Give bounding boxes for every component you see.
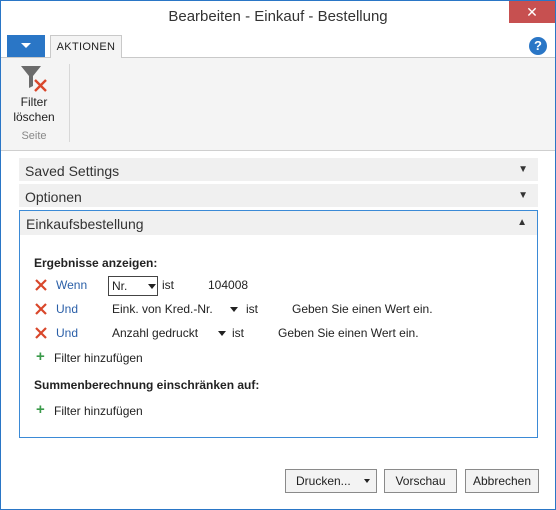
clear-filter-label-line1: Filter bbox=[20, 95, 48, 109]
filter-operator: ist bbox=[232, 326, 244, 340]
add-filter-button[interactable]: + Filter hinzufügen bbox=[34, 349, 174, 367]
filter-connector[interactable]: Wenn bbox=[56, 278, 87, 292]
cancel-button[interactable]: Abbrechen bbox=[465, 469, 539, 493]
help-icon[interactable]: ? bbox=[529, 37, 547, 55]
remove-filter-icon[interactable] bbox=[34, 302, 48, 316]
filter-field-value: Eink. von Kred.-Nr. bbox=[112, 302, 213, 316]
filter-panel: Ergebnisse anzeigen: Wenn Nr. ist 104008 bbox=[19, 235, 538, 438]
chevron-down-icon bbox=[21, 43, 31, 48]
filter-field-value: Nr. bbox=[112, 279, 128, 293]
filter-value-input[interactable]: Geben Sie einen Wert ein. bbox=[278, 326, 419, 340]
filter-row: Und Anzahl gedruckt ist Geben Sie einen … bbox=[34, 324, 524, 344]
filter-row: Und Eink. von Kred.-Nr. ist Geben Sie ei… bbox=[34, 300, 524, 320]
fasttab-title: Optionen bbox=[25, 189, 82, 205]
print-button[interactable]: Drucken... bbox=[285, 469, 377, 493]
request-page-content: Saved Settings ▼ Optionen ▼ Einkaufsbest… bbox=[1, 151, 555, 509]
fasttab-title: Saved Settings bbox=[25, 163, 120, 179]
ribbon-group-label: Seite bbox=[21, 130, 47, 142]
preview-button[interactable]: Vorschau bbox=[384, 469, 457, 493]
add-totals-filter-button[interactable]: + Filter hinzufügen bbox=[34, 402, 174, 420]
fasttab-saved-settings[interactable]: Saved Settings ▼ bbox=[19, 158, 538, 182]
filter-row: Wenn Nr. ist 104008 bbox=[34, 276, 524, 296]
chevron-down-icon bbox=[364, 479, 370, 483]
filter-field-select[interactable]: Eink. von Kred.-Nr. bbox=[112, 300, 240, 320]
filter-field-value: Anzahl gedruckt bbox=[112, 326, 199, 340]
clear-filter-button[interactable]: Filter löschen bbox=[13, 62, 55, 124]
remove-filter-icon[interactable] bbox=[34, 278, 48, 292]
plus-icon: + bbox=[36, 401, 45, 418]
filter-connector[interactable]: Und bbox=[56, 302, 78, 316]
add-filter-label: Filter hinzufügen bbox=[54, 404, 143, 418]
fasttab-optionen[interactable]: Optionen ▼ bbox=[19, 184, 538, 208]
chevron-down-icon: ▼ bbox=[518, 190, 528, 201]
print-button-label: Drucken... bbox=[296, 474, 351, 488]
filter-clear-icon bbox=[21, 66, 47, 92]
tab-aktionen[interactable]: AKTIONEN bbox=[50, 35, 122, 59]
window-title: Bearbeiten - Einkauf - Bestellung bbox=[168, 8, 388, 25]
chevron-down-icon bbox=[218, 331, 226, 336]
title-bar: Bearbeiten - Einkauf - Bestellung ✕ bbox=[1, 1, 555, 33]
application-menu-button[interactable] bbox=[7, 35, 45, 57]
fasttab-title: Einkaufsbestellung bbox=[26, 216, 144, 232]
chevron-down-icon: ▼ bbox=[518, 164, 528, 175]
ribbon-group-divider bbox=[69, 64, 70, 142]
remove-filter-icon[interactable] bbox=[34, 326, 48, 340]
chevron-down-icon bbox=[148, 284, 156, 289]
report-request-window: Bearbeiten - Einkauf - Bestellung ✕ AKTI… bbox=[0, 0, 556, 510]
close-button[interactable]: ✕ bbox=[509, 1, 555, 23]
plus-icon: + bbox=[36, 348, 45, 365]
clear-filter-label-line2: löschen bbox=[13, 110, 55, 124]
ribbon-tab-bar: AKTIONEN ? bbox=[1, 33, 555, 59]
results-heading: Ergebnisse anzeigen: bbox=[34, 256, 158, 270]
filter-operator: ist bbox=[246, 302, 258, 316]
add-filter-label: Filter hinzufügen bbox=[54, 351, 143, 365]
fasttab-einkaufsbestellung[interactable]: Einkaufsbestellung ▲ bbox=[19, 210, 538, 235]
totals-heading: Summenberechnung einschränken auf: bbox=[34, 378, 260, 392]
filter-value-input[interactable]: Geben Sie einen Wert ein. bbox=[292, 302, 433, 316]
chevron-up-icon: ▲ bbox=[517, 217, 527, 228]
filter-field-select[interactable]: Anzahl gedruckt bbox=[112, 324, 230, 344]
filter-field-select[interactable]: Nr. bbox=[108, 276, 158, 296]
filter-value-input[interactable]: 104008 bbox=[208, 278, 248, 292]
filter-operator: ist bbox=[162, 278, 174, 292]
ribbon: Filter löschen Seite bbox=[1, 58, 555, 151]
filter-connector[interactable]: Und bbox=[56, 326, 78, 340]
chevron-down-icon bbox=[230, 307, 238, 312]
